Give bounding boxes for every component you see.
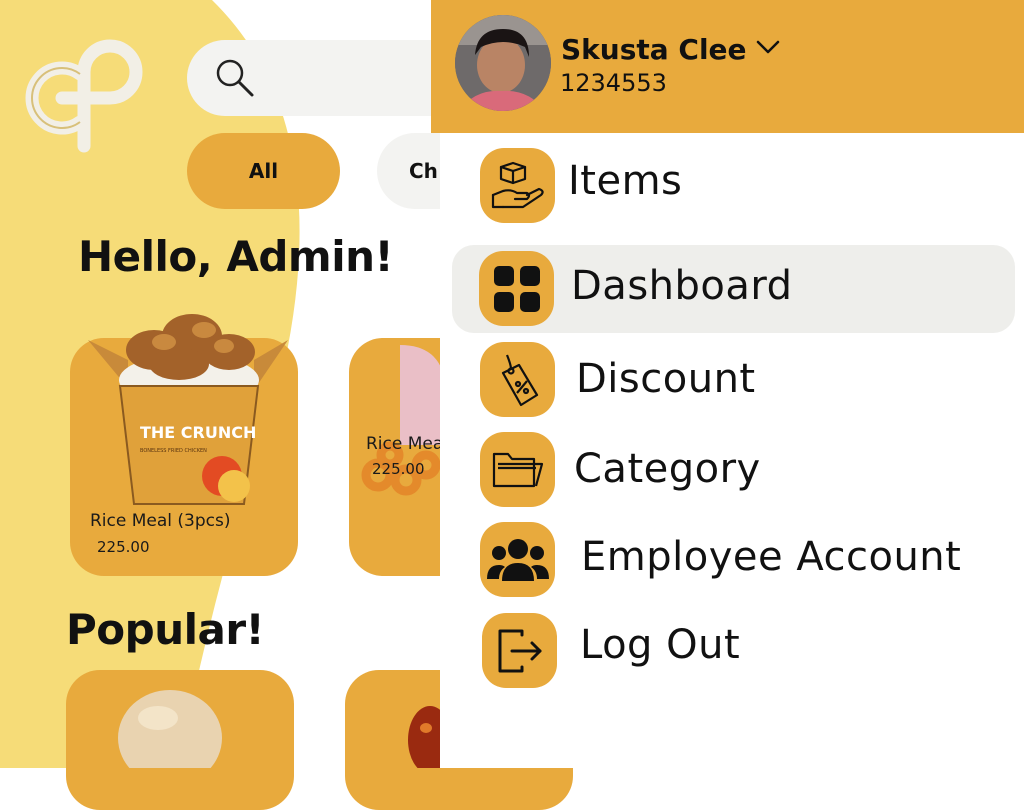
filter-chip-label: All	[248, 159, 279, 183]
menu-item-employee-account[interactable]: Employee Account	[452, 516, 1015, 604]
app-logo	[25, 39, 143, 153]
menu-item-label: Items	[568, 158, 683, 204]
menu-item-label: Log Out	[580, 622, 741, 668]
menu-item-log-out[interactable]: Log Out	[452, 606, 1015, 694]
avatar[interactable]	[455, 15, 551, 111]
grid-icon	[479, 251, 554, 326]
product-price: 225.00	[97, 538, 150, 556]
tag-percent-icon	[480, 342, 555, 417]
product-name: Rice Meal (3pcs)	[90, 511, 231, 531]
chicken-box-image: THE CRUNCH BONELESS FRIED CHICKEN	[88, 314, 288, 505]
logout-icon	[482, 613, 557, 688]
folder-icon	[480, 432, 555, 507]
chevron-down-icon[interactable]	[754, 36, 782, 58]
menu-item-label: Employee Account	[581, 534, 962, 580]
box-tagline-text: BONELESS FRIED CHICKEN	[140, 448, 207, 454]
search-icon	[216, 59, 254, 97]
hand-box-icon	[480, 148, 555, 223]
greeting-heading: Hello, Admin!	[78, 232, 394, 281]
menu-item-label: Discount	[576, 356, 756, 402]
glazed-chicken-image	[408, 706, 442, 768]
filter-chip-all[interactable]: All	[187, 133, 340, 209]
menu-item-discount[interactable]: Discount	[452, 336, 1015, 424]
menu-item-label: Category	[574, 446, 761, 492]
menu-item-dashboard[interactable]: Dashboard	[452, 245, 1015, 333]
curly-fries-image	[361, 345, 446, 496]
users-icon	[480, 522, 555, 597]
user-name: Skusta Clee	[561, 33, 747, 66]
menu-item-items[interactable]: Items	[452, 142, 1015, 230]
fried-chicken-image	[118, 690, 222, 768]
box-brand-text: THE CRUNCH	[140, 423, 256, 442]
menu-item-category[interactable]: Category	[452, 426, 1015, 514]
product-name: Rice Mea	[366, 434, 444, 454]
user-id: 1234553	[560, 69, 667, 97]
product-price: 225.00	[372, 460, 425, 478]
popular-heading: Popular!	[66, 605, 265, 654]
avatar-image	[455, 15, 551, 111]
filter-chip-label: Ch	[409, 159, 438, 183]
menu-item-label: Dashboard	[571, 263, 793, 309]
